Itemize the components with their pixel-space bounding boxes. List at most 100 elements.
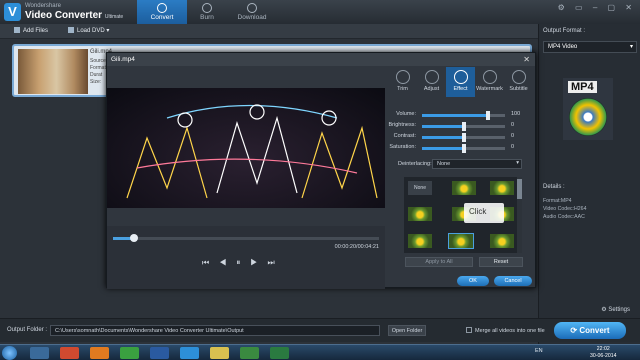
adjust-row: Brightness: 0 — [388, 122, 532, 133]
scissors-icon — [395, 70, 410, 84]
effects-scrollbar[interactable] — [517, 177, 522, 253]
adjust-row: Saturation: 0 — [389, 144, 532, 155]
burn-icon — [202, 3, 212, 13]
format-icon-text: MP4 — [568, 81, 597, 93]
deinterlacing-select[interactable]: None — [432, 159, 522, 169]
dialog-title: Gili.mp4 — [107, 53, 535, 66]
utorrent-icon[interactable] — [120, 347, 139, 359]
edit-dialog: Gili.mp4 ✕ 00:00:20/00:04:21 ⏮◀⏸▶⏭ Trim … — [106, 52, 536, 289]
pause-icon[interactable]: ⏸ — [236, 258, 250, 267]
adjust-handle[interactable] — [461, 144, 466, 153]
video-frame-art — [126, 104, 378, 199]
ie-icon[interactable] — [30, 347, 49, 359]
tab-effect[interactable]: Effect — [446, 67, 475, 97]
next-frame-icon[interactable]: ▶ — [250, 258, 267, 267]
adjust-value: 0 — [511, 122, 515, 128]
app-window: V Wondershare Video Converter Ultimate C… — [0, 0, 640, 344]
bottom-bar: Output Folder : C:\Users\somnath\Documen… — [0, 318, 640, 342]
details-body: Format:MP4 Video Codec:H264 Audio Codec:AA… — [543, 198, 587, 220]
adjust-label: Contrast: — [393, 133, 416, 139]
edit-tabs: Trim Adjust Effect Watermark Subtitle — [388, 67, 535, 97]
tab-convert[interactable]: Convert — [137, 0, 187, 24]
cancel-button[interactable]: Cancel — [494, 276, 532, 286]
adjust-icon — [424, 70, 439, 84]
convert-button[interactable]: ⟳ Convert — [554, 322, 626, 339]
prev-frame-icon[interactable]: ◀ — [219, 258, 236, 267]
reset-button[interactable]: Reset — [479, 257, 523, 267]
download-icon — [247, 3, 257, 13]
effect-thumb[interactable] — [452, 181, 476, 195]
seek-bar[interactable] — [113, 234, 379, 242]
output-folder-path[interactable]: C:\Users\somnath\Documents\Wondershare V… — [50, 325, 380, 336]
disc-icon — [569, 98, 607, 136]
language-indicator[interactable]: EN — [535, 348, 543, 354]
merge-checkbox[interactable]: Merge all videos into one file — [466, 327, 545, 334]
adjust-label: Brightness: — [388, 122, 416, 128]
subtitle-icon — [511, 70, 526, 84]
firefox-icon[interactable] — [90, 347, 109, 359]
tab-subtitle[interactable]: Subtitle — [504, 67, 533, 97]
tab-download[interactable]: Download — [227, 0, 277, 24]
tab-trim[interactable]: Trim — [388, 67, 417, 97]
effect-thumb[interactable] — [408, 234, 432, 248]
adjustment-sliders: Volume: 100 Brightness: 0 Contrast: 0 Saturati… — [388, 111, 532, 155]
skip-forward-icon[interactable]: ⏭ — [267, 258, 284, 267]
effect-none[interactable]: None — [408, 181, 432, 195]
video-thumbnail — [18, 49, 88, 94]
adjust-slider[interactable] — [422, 122, 505, 131]
settings-link[interactable]: ⚙ Settings — [601, 306, 630, 313]
taskbar: EN 22:02 30-06-2014 — [0, 344, 640, 360]
adjust-handle[interactable] — [486, 111, 491, 120]
tab-burn[interactable]: Burn — [182, 0, 232, 24]
explorer-icon[interactable] — [210, 347, 229, 359]
word-icon[interactable] — [150, 347, 169, 359]
excel-icon[interactable] — [270, 347, 289, 359]
open-folder-button[interactable]: Open Folder — [388, 325, 426, 336]
close-icon[interactable]: ✕ — [523, 55, 530, 64]
window-controls[interactable]: ⚙ ▭ – ▢ ✕ — [558, 3, 636, 12]
brand-line2: Video Converter Ultimate — [25, 10, 124, 21]
adjust-fill — [422, 147, 464, 150]
output-format-select[interactable]: MP4 Video — [543, 41, 637, 53]
playback-controls: ⏮◀⏸▶⏭ — [202, 258, 285, 268]
adjust-fill — [422, 125, 464, 128]
adjust-label: Saturation: — [389, 144, 416, 150]
effects-grid: None — [404, 177, 522, 253]
video-preview — [107, 88, 385, 208]
apply-to-all-button[interactable]: Apply to All — [405, 257, 473, 267]
load-dvd-button[interactable]: Load DVD ▾ — [68, 27, 109, 34]
adjust-value: 100 — [511, 111, 521, 117]
scroll-thumb[interactable] — [517, 179, 522, 199]
adjust-handle[interactable] — [461, 122, 466, 131]
effect-thumb[interactable] — [490, 181, 514, 195]
adjust-label: Volume: — [396, 111, 416, 117]
convert-icon — [157, 3, 167, 13]
chrome-icon[interactable] — [60, 347, 79, 359]
skip-back-icon[interactable]: ⏮ — [202, 258, 219, 267]
adjust-slider[interactable] — [422, 144, 505, 153]
toolbar: Add Files Load DVD ▾ — [0, 24, 538, 39]
video-converter-icon[interactable] — [180, 347, 199, 359]
add-files-icon — [14, 27, 20, 33]
add-files-button[interactable]: Add Files — [14, 27, 48, 34]
taskbar-clock[interactable]: 22:02 30-06-2014 — [590, 346, 617, 359]
adjust-slider[interactable] — [422, 133, 505, 142]
playback-area: 00:00:20/00:04:21 ⏮◀⏸▶⏭ — [107, 226, 385, 289]
click-tooltip: Click — [464, 203, 504, 223]
adjust-handle[interactable] — [461, 133, 466, 142]
effect-thumb-selected[interactable] — [448, 233, 474, 249]
start-button-icon[interactable] — [2, 346, 17, 360]
adjust-row: Contrast: 0 — [392, 133, 532, 144]
tab-adjust[interactable]: Adjust — [417, 67, 446, 97]
effect-thumb[interactable] — [408, 207, 432, 221]
mp4-format-icon[interactable]: MP4 — [563, 78, 613, 140]
seek-handle[interactable] — [130, 234, 139, 242]
output-format-label: Output Format : — [543, 28, 586, 34]
media-icon[interactable] — [240, 347, 259, 359]
effect-thumb[interactable] — [490, 234, 514, 248]
adjust-slider[interactable] — [422, 111, 505, 120]
adjust-fill — [422, 114, 489, 117]
ok-button[interactable]: OK — [457, 276, 489, 286]
timecode: 00:00:20/00:04:21 — [334, 244, 379, 250]
tab-watermark[interactable]: Watermark — [475, 67, 504, 97]
